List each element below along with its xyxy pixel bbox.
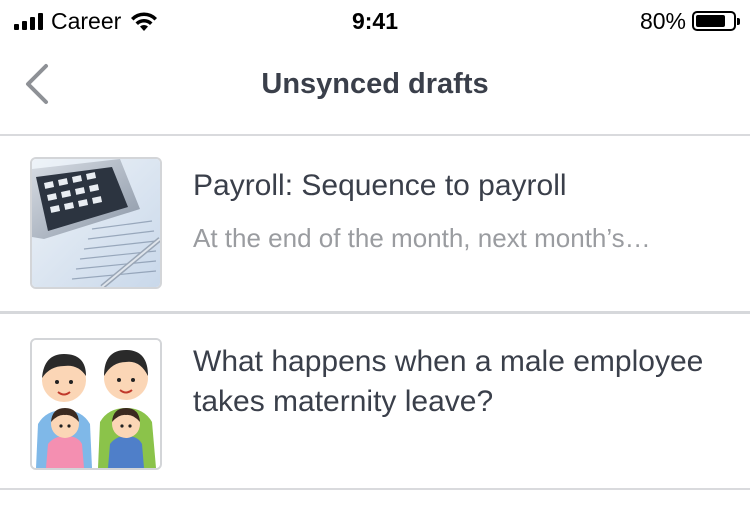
family-thumbnail — [30, 338, 162, 470]
battery-level-fill — [696, 15, 725, 27]
navigation-bar: Unsynced drafts — [0, 42, 750, 136]
status-bar-right: 80% — [639, 6, 740, 36]
draft-item-text: Payroll: Sequence to payroll At the end … — [193, 166, 730, 258]
battery-tip — [737, 18, 740, 25]
draft-preview: At the end of the month, next month’s… — [193, 223, 651, 253]
status-bar: Career 9:41 80% — [0, 0, 750, 42]
fathers-with-babies-image — [32, 340, 160, 468]
battery-icon — [692, 11, 740, 31]
calculator-image — [32, 159, 160, 287]
calculator-thumbnail — [30, 157, 162, 289]
battery-percent: 80% — [639, 7, 686, 34]
draft-title: Payroll: Sequence to payroll — [193, 169, 567, 202]
drafts-list: Payroll: Sequence to payroll At the end … — [0, 136, 750, 490]
page-title: Unsynced drafts — [261, 68, 489, 100]
draft-title: What happens when a male employee takes … — [193, 345, 704, 418]
status-time: 9:41 — [351, 8, 399, 34]
draft-item-text: What happens when a male employee takes … — [193, 342, 730, 422]
